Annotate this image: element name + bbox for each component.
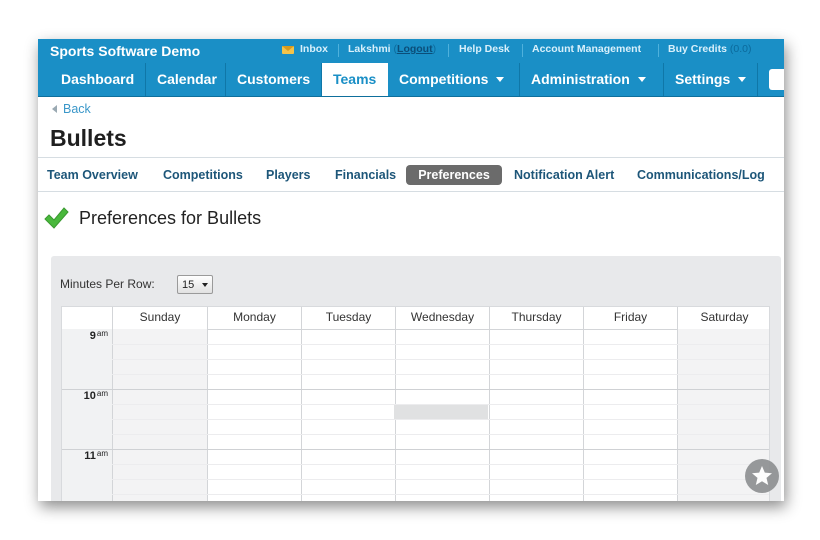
- tab-team-overview[interactable]: Team Overview: [38, 165, 150, 185]
- time-column: 9am 10am 11am: [62, 329, 112, 501]
- tab-communications-log[interactable]: Communications/Log: [625, 165, 777, 185]
- row-line: [112, 419, 769, 420]
- row-line: [112, 494, 769, 495]
- account-management-link[interactable]: Account Management: [532, 43, 641, 55]
- top-bar: Sports Software Demo Inbox Lakshmi (Logo…: [38, 39, 784, 63]
- day-header-thursday: Thursday: [489, 307, 583, 329]
- hour-line: [62, 389, 769, 390]
- nav-competitions[interactable]: Competitions: [388, 63, 520, 96]
- top-separator: [522, 44, 523, 57]
- tab-players[interactable]: Players: [254, 165, 322, 185]
- logout-link[interactable]: Logout: [397, 43, 433, 55]
- app-window: Sports Software Demo Inbox Lakshmi (Logo…: [38, 39, 784, 501]
- chevron-down-icon: [496, 76, 505, 82]
- main-nav: Dashboard Calendar Customers Teams Compe…: [38, 63, 784, 97]
- team-subnav: Team Overview Competitions Players Finan…: [38, 157, 784, 192]
- day-header-sunday: Sunday: [112, 307, 207, 329]
- check-icon: [44, 207, 69, 229]
- calendar-panel: Minutes Per Row: 15 Sunday Monday Tuesda…: [51, 256, 781, 501]
- tab-financials[interactable]: Financials: [323, 165, 408, 185]
- day-header-saturday: Saturday: [677, 307, 769, 329]
- page-title: Bullets: [50, 125, 127, 151]
- back-link[interactable]: Back: [52, 102, 91, 116]
- nav-settings[interactable]: Settings: [664, 63, 758, 96]
- nav-dashboard[interactable]: Dashboard: [50, 63, 146, 96]
- row-line: [112, 374, 769, 375]
- day-column-sunday[interactable]: [112, 329, 207, 501]
- top-separator: [658, 44, 659, 57]
- day-column-monday[interactable]: [207, 329, 301, 501]
- top-separator: [338, 44, 339, 57]
- day-column-friday[interactable]: [583, 329, 677, 501]
- inbox-link[interactable]: Inbox: [300, 43, 328, 55]
- row-line: [112, 359, 769, 360]
- user-name: Lakshmi: [348, 43, 391, 55]
- minutes-per-row-value: 15: [182, 279, 195, 291]
- time-label: 9am: [89, 329, 108, 342]
- day-column-tuesday[interactable]: [301, 329, 395, 501]
- tab-notification-alert[interactable]: Notification Alert: [502, 165, 626, 185]
- back-arrow-icon: [52, 104, 57, 113]
- preferences-heading: Preferences for Bullets: [79, 208, 262, 228]
- credits-balance: (0.0): [729, 43, 752, 55]
- dropdown-caret-icon: [202, 283, 208, 287]
- tab-preferences[interactable]: Preferences: [406, 165, 502, 185]
- row-line: [112, 434, 769, 435]
- row-line: [112, 344, 769, 345]
- row-line: [112, 479, 769, 480]
- buy-credits-link[interactable]: Buy Credits (0.0): [668, 43, 751, 55]
- nav-administration[interactable]: Administration: [520, 63, 664, 96]
- buy-credits-label: Buy Credits: [668, 43, 727, 55]
- nav-teams[interactable]: Teams: [322, 63, 388, 96]
- mail-icon[interactable]: [282, 46, 294, 54]
- row-line: [112, 404, 769, 405]
- day-header-wednesday: Wednesday: [395, 307, 489, 329]
- day-header-tuesday: Tuesday: [301, 307, 395, 329]
- app-title: Sports Software Demo: [50, 43, 201, 59]
- unavailable-time-slot[interactable]: [394, 405, 488, 420]
- day-header-monday: Monday: [207, 307, 301, 329]
- day-header-friday: Friday: [583, 307, 677, 329]
- star-icon: [752, 466, 772, 485]
- nav-calendar[interactable]: Calendar: [146, 63, 226, 96]
- calendar-header-row: Sunday Monday Tuesday Wednesday Thursday…: [62, 307, 769, 330]
- help-desk-link[interactable]: Help Desk: [459, 43, 510, 55]
- hour-line: [62, 449, 769, 450]
- day-column-thursday[interactable]: [489, 329, 583, 501]
- row-line: [112, 464, 769, 465]
- chevron-down-icon: [738, 76, 747, 82]
- time-label: 10am: [83, 389, 108, 402]
- minutes-per-row-select[interactable]: 15: [177, 275, 213, 294]
- time-label: 11am: [84, 449, 108, 462]
- top-separator: [448, 44, 449, 57]
- minutes-per-row-label: Minutes Per Row:: [60, 277, 155, 291]
- chevron-down-icon: [637, 76, 646, 82]
- nav-customers[interactable]: Customers: [226, 63, 322, 96]
- tab-competitions[interactable]: Competitions: [151, 165, 255, 185]
- user-menu: Lakshmi (Logout): [348, 43, 437, 55]
- nav-search-input[interactable]: [769, 69, 784, 90]
- week-calendar-grid: Sunday Monday Tuesday Wednesday Thursday…: [61, 306, 770, 501]
- feedback-star-icon[interactable]: [745, 459, 779, 493]
